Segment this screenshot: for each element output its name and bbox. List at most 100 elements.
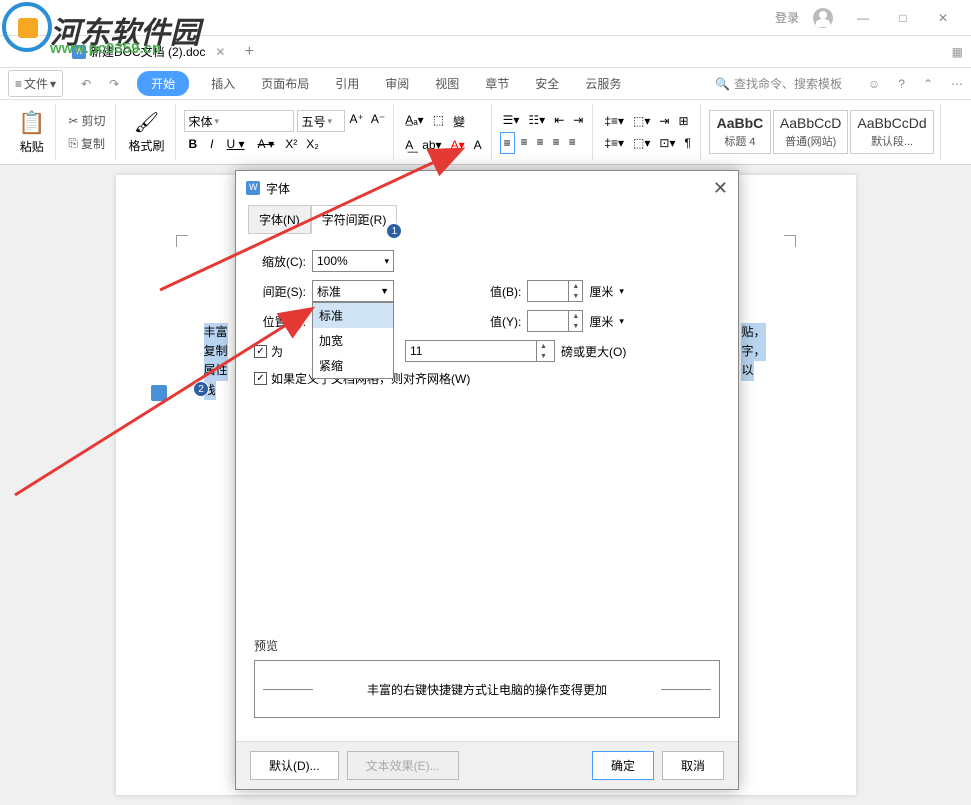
login-text[interactable]: 登录: [775, 9, 799, 26]
highlight-icon[interactable]: ab▾: [419, 135, 444, 155]
menu-review[interactable]: 审阅: [381, 71, 413, 96]
menu-ref[interactable]: 引用: [331, 71, 363, 96]
ribbon-toolbar: 📋 粘贴 ✂剪切 ⎘复制 🖌 格式刷 宋体▾ 五号▾ A⁺ A⁻ B I U ▾…: [0, 100, 971, 165]
menu-file[interactable]: ≡ 文件 ▾: [8, 70, 63, 97]
line-spacing-icon[interactable]: ‡≡▾: [601, 111, 627, 131]
format-painter-button[interactable]: 🖌 格式刷: [124, 108, 168, 156]
indent-left-icon[interactable]: ⇤: [551, 110, 567, 130]
align-center-icon[interactable]: ≡: [518, 132, 531, 154]
maximize-button[interactable]: □: [883, 3, 923, 33]
help-icon[interactable]: ?: [898, 77, 905, 91]
char-shading-icon[interactable]: ⬚: [430, 110, 447, 133]
dialog-icon: [246, 181, 260, 195]
strike-button[interactable]: A ▾: [253, 134, 280, 154]
collapse-ribbon-icon[interactable]: ⌃: [923, 77, 933, 91]
cancel-button[interactable]: 取消: [662, 751, 724, 780]
dropdown-opt-standard[interactable]: 标准: [313, 303, 393, 328]
style-heading4[interactable]: AaBbC 标题 4: [709, 110, 771, 154]
position-label: 位置(P):: [254, 313, 306, 330]
shading-icon[interactable]: ⬚▾: [630, 111, 653, 131]
spacing-combo[interactable]: 标准▼: [312, 280, 394, 302]
cut-button[interactable]: ✂剪切: [64, 110, 109, 131]
smile-icon[interactable]: ☺: [868, 77, 880, 91]
align-distribute-icon[interactable]: ≡: [566, 132, 579, 154]
cm-label-1: 厘米: [589, 283, 613, 300]
page-right-2: 字，: [741, 342, 765, 361]
more-icon[interactable]: ⋯: [951, 77, 963, 91]
change-case-icon[interactable]: A̲ₐ▾: [402, 110, 427, 133]
window-grid-icon[interactable]: ▦: [952, 45, 963, 59]
para-sort-icon[interactable]: ‡≡▾: [601, 133, 627, 153]
preview-text: 丰富的右键快捷键方式让电脑的操作变得更加: [367, 681, 607, 698]
menu-redo-icon[interactable]: ↷: [109, 77, 119, 91]
user-avatar[interactable]: [803, 3, 843, 33]
scale-combo[interactable]: 100%▾: [312, 250, 394, 272]
menu-undo-icon[interactable]: ↶: [81, 77, 91, 91]
dropdown-opt-expand[interactable]: 加宽: [313, 328, 393, 353]
align-right-icon[interactable]: ≡: [534, 132, 547, 154]
align-justify-icon[interactable]: ≡: [550, 132, 563, 154]
para-show-icon[interactable]: ¶: [681, 133, 693, 153]
menu-search[interactable]: 🔍 查找命令、搜索模板: [715, 75, 842, 92]
text-effect-button: 文本效果(E)...: [347, 751, 459, 780]
dialog-close-button[interactable]: ✕: [713, 178, 728, 199]
tab-icon[interactable]: ⇥: [656, 111, 672, 131]
superscript-button[interactable]: X²: [282, 134, 300, 154]
page-corner-tr: [784, 235, 796, 247]
menu-cloud[interactable]: 云服务: [581, 71, 625, 96]
dropdown-opt-condense[interactable]: 紧缩: [313, 353, 393, 378]
bullet-list-icon[interactable]: ☰▾: [500, 110, 523, 130]
page-corner-tl: [176, 235, 188, 247]
close-button[interactable]: ✕: [923, 3, 963, 33]
para-shade-icon[interactable]: ⬚▾: [630, 133, 653, 153]
style-default[interactable]: AaBbCcDd 默认段...: [850, 110, 933, 154]
tab-font[interactable]: 字体(N): [248, 205, 311, 234]
char-border-icon[interactable]: A: [471, 135, 485, 155]
menu-chapter[interactable]: 章节: [481, 71, 513, 96]
page-text-1: 丰富: [204, 323, 228, 342]
font-name-combo[interactable]: 宋体▾: [184, 110, 294, 132]
border-icon[interactable]: ⊞: [675, 111, 691, 131]
minimize-button[interactable]: —: [843, 3, 883, 33]
menu-insert[interactable]: 插入: [207, 71, 239, 96]
number-list-icon[interactable]: ☷▾: [525, 110, 548, 130]
spacing-dropdown: 标准 加宽 紧缩: [312, 302, 394, 379]
scissors-icon: ✂: [68, 114, 78, 128]
default-button[interactable]: 默认(D)...: [250, 751, 339, 780]
underline-button[interactable]: U ▾: [222, 134, 250, 154]
tab-title: 新建DOC文档 (2).doc: [90, 43, 205, 60]
font-size-combo[interactable]: 五号▾: [297, 110, 345, 132]
ok-button[interactable]: 确定: [592, 751, 654, 780]
page-right-1: 贴，: [741, 323, 765, 342]
align-left-icon[interactable]: ≡: [500, 132, 515, 154]
menu-view[interactable]: 视图: [431, 71, 463, 96]
document-tab[interactable]: 新建DOC文档 (2).doc ✕: [60, 37, 237, 66]
tab-close-icon[interactable]: ✕: [215, 45, 225, 59]
copy-button[interactable]: ⎘复制: [64, 133, 109, 154]
subscript-button[interactable]: X₂: [303, 134, 322, 154]
value-b-spinner[interactable]: ▲▼: [527, 280, 583, 302]
kerning-spinner[interactable]: ▲▼: [405, 340, 555, 362]
para-mark-icon[interactable]: ⊡▾: [656, 133, 678, 153]
paste-button[interactable]: 📋 粘贴: [14, 108, 49, 157]
shrink-font-icon[interactable]: A⁻: [369, 110, 387, 132]
page-margin-mark: [151, 385, 167, 401]
menu-layout[interactable]: 页面布局: [257, 71, 313, 96]
font-color-icon[interactable]: A▾: [448, 135, 468, 155]
italic-button[interactable]: I: [205, 134, 218, 154]
clear-format-icon[interactable]: A͟: [402, 135, 416, 155]
spacing-label: 间距(S):: [254, 283, 306, 300]
indent-right-icon[interactable]: ⇥: [570, 110, 586, 130]
menu-bar: ≡ 文件 ▾ ↶ ↷ 开始 插入 页面布局 引用 审阅 视图 章节 安全 云服务…: [0, 68, 971, 100]
page-text-3: 属性: [204, 361, 228, 380]
add-tab-button[interactable]: +: [237, 40, 261, 64]
phonetic-icon[interactable]: 變: [450, 110, 468, 133]
grow-font-icon[interactable]: A⁺: [348, 110, 366, 132]
value-y-spinner[interactable]: ▲▼: [527, 310, 583, 332]
bold-button[interactable]: B: [184, 134, 203, 154]
menu-security[interactable]: 安全: [531, 71, 563, 96]
style-normal-web[interactable]: AaBbCcD 普通(网站): [773, 110, 848, 154]
kerning-checkbox[interactable]: ✓ 为: [254, 343, 283, 360]
menu-start[interactable]: 开始: [137, 71, 189, 96]
tab-char-spacing[interactable]: 字符间距(R) 1: [311, 205, 398, 234]
